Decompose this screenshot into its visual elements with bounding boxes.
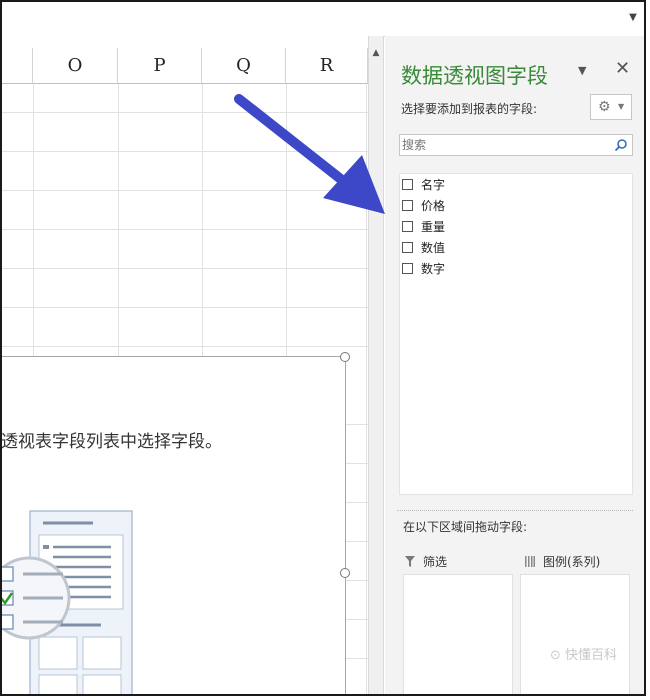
column-header-o[interactable]: O [33, 48, 118, 84]
field-label: 数值 [421, 240, 446, 255]
grid-row-line [2, 112, 368, 113]
filter-area-header: 筛选 [405, 550, 447, 572]
vertical-scrollbar[interactable]: ▲ [368, 36, 384, 694]
field-label: 数字 [421, 261, 446, 276]
pane-subtitle: 选择要添加到报表的字段: [401, 102, 538, 116]
field-label: 名字 [421, 177, 446, 192]
field-checkbox[interactable] [402, 199, 413, 211]
field-label: 重量 [421, 219, 446, 234]
filter-drop-zone[interactable] [403, 574, 513, 694]
field-list: 名字 价格 重量 数值 数字 [399, 173, 633, 495]
search-icon[interactable] [614, 138, 628, 152]
grid-row-line [2, 151, 368, 152]
column-header-partial[interactable] [2, 48, 33, 84]
field-search-box[interactable] [399, 134, 633, 156]
grid-row-line [2, 190, 368, 191]
chart-hint-text: 透视表字段列表中选择字段。 [1, 432, 222, 452]
field-label: 价格 [421, 198, 446, 213]
column-header-q[interactable]: Q [202, 48, 286, 84]
grid-row-line [2, 229, 368, 230]
resize-handle-right[interactable] [340, 568, 350, 578]
legend-area-header: 图例(系列) [525, 550, 600, 572]
header-top-strip [2, 36, 368, 48]
watermark: ⊙ 快懂百科 [550, 648, 618, 663]
field-checkbox[interactable] [402, 241, 413, 253]
column-header-r[interactable]: R [286, 48, 368, 84]
legend-area-label: 图例(系列) [543, 554, 601, 569]
field-item-price[interactable]: 价格 [402, 195, 445, 215]
field-item-value[interactable]: 数值 [402, 237, 445, 257]
resize-handle-top-right[interactable] [340, 352, 350, 362]
column-header-p[interactable]: P [118, 48, 202, 84]
tools-button[interactable]: ⚙ ▼ [590, 94, 632, 120]
field-item-name[interactable]: 名字 [402, 174, 445, 194]
field-item-number[interactable]: 数字 [402, 258, 445, 278]
grid-row-line [2, 268, 368, 269]
legend-drop-zone[interactable] [520, 574, 630, 694]
drag-hint-text: 在以下区域间拖动字段: [403, 520, 528, 534]
excel-window: ▼ O P Q R ▲ 透视表字段列表中选择字段。 数据透视图字段 ▼ ✕ 选择… [0, 0, 646, 696]
field-checkbox[interactable] [402, 220, 413, 232]
gear-icon: ⚙ [598, 99, 611, 115]
pane-divider [397, 510, 633, 512]
pivot-chart-placeholder[interactable]: 透视表字段列表中选择字段。 [1, 352, 350, 694]
close-icon[interactable]: ✕ [615, 58, 630, 79]
field-checkbox[interactable] [402, 178, 413, 190]
pivot-illustration-icon [2, 510, 133, 694]
grid-column-line [366, 84, 367, 694]
grid-row-line [2, 307, 368, 308]
field-checkbox[interactable] [402, 262, 413, 274]
filter-icon [405, 555, 415, 567]
search-input[interactable] [402, 137, 602, 153]
pane-title: 数据透视图字段 [401, 64, 548, 88]
formula-bar[interactable]: ▼ [2, 2, 644, 37]
filter-area-label: 筛选 [423, 554, 448, 569]
field-item-weight[interactable]: 重量 [402, 216, 445, 236]
chevron-down-icon[interactable]: ▼ [628, 12, 638, 24]
chevron-down-icon[interactable]: ▼ [578, 64, 586, 77]
chevron-down-icon: ▼ [618, 102, 625, 111]
grid-row-line [2, 346, 368, 347]
pivot-chart-fields-pane: 数据透视图字段 ▼ ✕ 选择要添加到报表的字段: ⚙ ▼ 名字 价格 [385, 36, 644, 694]
legend-columns-icon [525, 555, 535, 567]
scroll-up-icon[interactable]: ▲ [371, 48, 381, 58]
